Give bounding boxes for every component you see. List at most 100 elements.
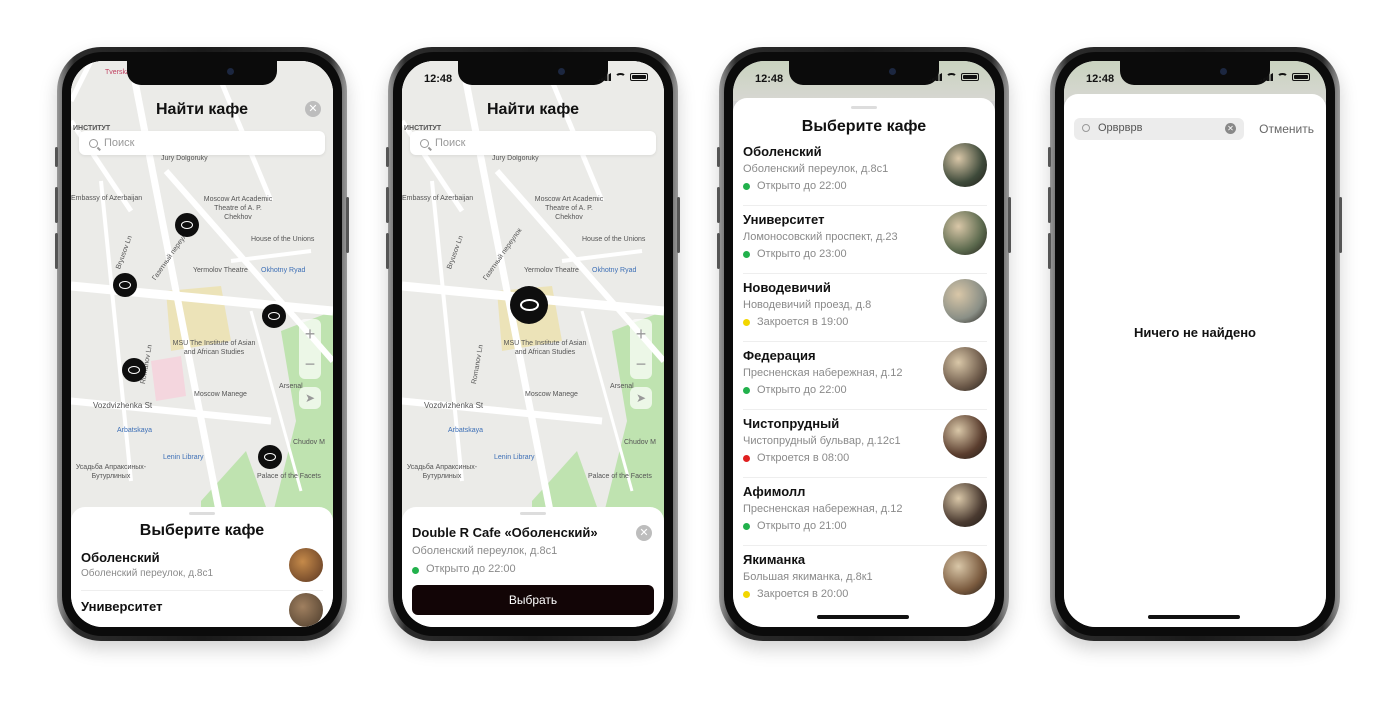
zoom-out-icon[interactable]: − [636, 354, 647, 375]
cafe-name: Чистопрудный [743, 416, 840, 431]
cafe-status: Открыто до 21:00 [757, 520, 847, 532]
zoom-in-icon[interactable]: + [305, 324, 316, 345]
cafe-address: Оболенский переулок, д.8с1 [743, 163, 889, 175]
cafe-photo [943, 551, 987, 595]
list-item[interactable]: Университет [81, 591, 323, 627]
list-item[interactable]: Оболенский Оболенский переулок, д.8с1 Откр… [743, 138, 987, 206]
selected-cafe-pin-icon[interactable] [510, 286, 548, 324]
wifi-icon [615, 73, 626, 81]
status-dot [743, 387, 750, 394]
cafe-photo [943, 483, 987, 527]
search-icon [420, 138, 429, 148]
map-view[interactable]: ИНСТИТУТ Jury Dolgoruky Embassy of Azerb… [402, 61, 664, 521]
wifi-icon [1277, 73, 1288, 81]
page-title: Найти кафе [487, 101, 579, 118]
sheet-grabber[interactable] [520, 512, 546, 515]
zoom-in-icon[interactable]: + [636, 324, 647, 345]
cafe-pin-icon[interactable] [258, 445, 282, 469]
search-input[interactable]: Поиск [410, 131, 656, 155]
battery-icon [961, 73, 979, 81]
close-icon[interactable]: ✕ [305, 101, 321, 117]
location-arrow-icon[interactable]: ➤ [299, 387, 321, 409]
map-label: Moscow Manege [194, 391, 247, 398]
signal-icon [928, 73, 942, 81]
cafe-photo [943, 143, 987, 187]
cafe-status: Открыто до 23:00 [757, 248, 847, 260]
battery-icon [630, 73, 648, 81]
status-dot [743, 455, 750, 462]
cafe-pin-icon[interactable] [175, 213, 199, 237]
phone-frame-3: 12:48 Выберите кафе Оболенский Оболенский… [717, 47, 1011, 641]
map-label: MSU The Institute of Asian and African S… [503, 340, 587, 356]
status-time: 12:48 [424, 73, 453, 85]
map-label: Jury Dolgoruky [161, 155, 208, 162]
sheet-grabber[interactable] [189, 512, 215, 515]
map-label: Усадьба Апраксиных-Бутурлиных [75, 464, 147, 480]
phone-frame-4: 12:48 Орврврв ✕ Отменить Ничего не найде… [1048, 47, 1342, 641]
list-item[interactable]: Новодевичий Новодевичий проезд, д.8 Закрое… [743, 274, 987, 342]
cafe-address: Ломоносовский проспект, д.23 [743, 231, 898, 243]
sheet-grabber[interactable] [851, 106, 877, 109]
map-label: MSU The Institute of Asian and African S… [172, 340, 256, 356]
search-input[interactable]: Поиск [79, 131, 325, 155]
cafe-pin-icon[interactable] [262, 304, 286, 328]
list-item[interactable]: Чистопрудный Чистопрудный бульвар, д.12с1… [743, 410, 987, 478]
cafe-address: Оболенский переулок, д.8с1 [412, 545, 558, 557]
cafe-address: Большая якиманка, д.8к1 [743, 571, 873, 583]
map-label: Arbatskaya [448, 427, 484, 434]
cafe-pin-icon[interactable] [122, 358, 146, 382]
cafe-address: Чистопрудный бульвар, д.12с1 [743, 435, 901, 447]
cafe-list-sheet: Выберите кафе Оболенский Оболенский пере… [71, 507, 333, 627]
map-label: Embassy of Azerbaijan [402, 195, 474, 202]
screen-search-empty: 12:48 Орврврв ✕ Отменить Ничего не найде… [1064, 61, 1326, 627]
search-input[interactable]: Орврврв ✕ [1074, 118, 1244, 140]
signal-icon [1259, 73, 1273, 81]
cafe-photo [289, 593, 323, 627]
cafe-name: Double R Cafe «Оболенский» [412, 525, 598, 540]
sheet-title: Выберите кафе [139, 522, 265, 539]
cancel-button[interactable]: Отменить [1259, 122, 1314, 136]
empty-state-text: Ничего не найдено [1134, 325, 1256, 340]
screen-map-selected: 12:48 ИНСТИТУТ Jury Dolgoruky Embassy of [402, 61, 664, 627]
list-item[interactable]: Афимолл Пресненская набережная, д.12 Откры… [743, 478, 987, 546]
map-label: Chudov M [293, 439, 325, 446]
map-view[interactable]: Tverska ИНСТИТУТ Jury Dolgoruky Embassy … [71, 61, 333, 521]
list-item[interactable]: Якиманка Большая якиманка, д.8к1 Закроется… [743, 546, 987, 613]
cafe-name: Новодевичий [743, 280, 831, 295]
status-dot [743, 591, 750, 598]
list-item[interactable]: Университет Ломоносовский проспект, д.23 О… [743, 206, 987, 274]
cafe-address: Новодевичий проезд, д.8 [743, 299, 872, 311]
clear-icon[interactable]: ✕ [1225, 123, 1236, 134]
status-time: 12:48 [755, 73, 784, 85]
map-label: Palace of the Facets [257, 473, 321, 480]
screen-map-list: Tverska ИНСТИТУТ Jury Dolgoruky Embassy … [71, 61, 333, 627]
map-label: Vozdvizhenka St [93, 401, 153, 410]
cafe-address: Пресненская набережная, д.12 [743, 367, 903, 379]
zoom-control[interactable]: + − [630, 319, 652, 379]
map-label: Chudov M [624, 439, 656, 446]
map-label: Okhotny Ryad [261, 267, 306, 274]
cafe-list: Оболенский Оболенский переулок, д.8с1 Откр… [733, 138, 995, 613]
sheet-title: Выберите кафе [801, 118, 927, 135]
cafe-name: Оболенский [81, 550, 160, 565]
cafe-pin-icon[interactable] [113, 273, 137, 297]
close-icon[interactable]: ✕ [636, 525, 652, 541]
map-label: House of the Unions [251, 236, 315, 243]
list-item[interactable]: Оболенский Оболенский переулок, д.8с1 [81, 546, 323, 591]
zoom-control[interactable]: + − [299, 319, 321, 379]
search-placeholder: Поиск [104, 137, 135, 149]
search-value: Орврврв [1098, 122, 1143, 134]
search-icon [89, 138, 98, 148]
select-button[interactable]: Выбрать [412, 585, 654, 615]
map-label: Moscow Art Academic Theatre of A. P. Che… [534, 196, 604, 221]
cafe-status: Открыто до 22:00 [426, 563, 516, 575]
cafe-status: Закроется в 19:00 [757, 316, 849, 328]
zoom-out-icon[interactable]: − [305, 354, 316, 375]
list-item[interactable]: Федерация Пресненская набережная, д.12 Отк… [743, 342, 987, 410]
location-arrow-icon[interactable]: ➤ [630, 387, 652, 409]
phone-frame-2: 12:48 ИНСТИТУТ Jury Dolgoruky Embassy of [386, 47, 680, 641]
map-label: Усадьба Апраксиных-Бутурлиных [406, 464, 478, 480]
battery-icon [1292, 73, 1310, 81]
home-indicator [1148, 615, 1240, 619]
cafe-photo [289, 548, 323, 582]
